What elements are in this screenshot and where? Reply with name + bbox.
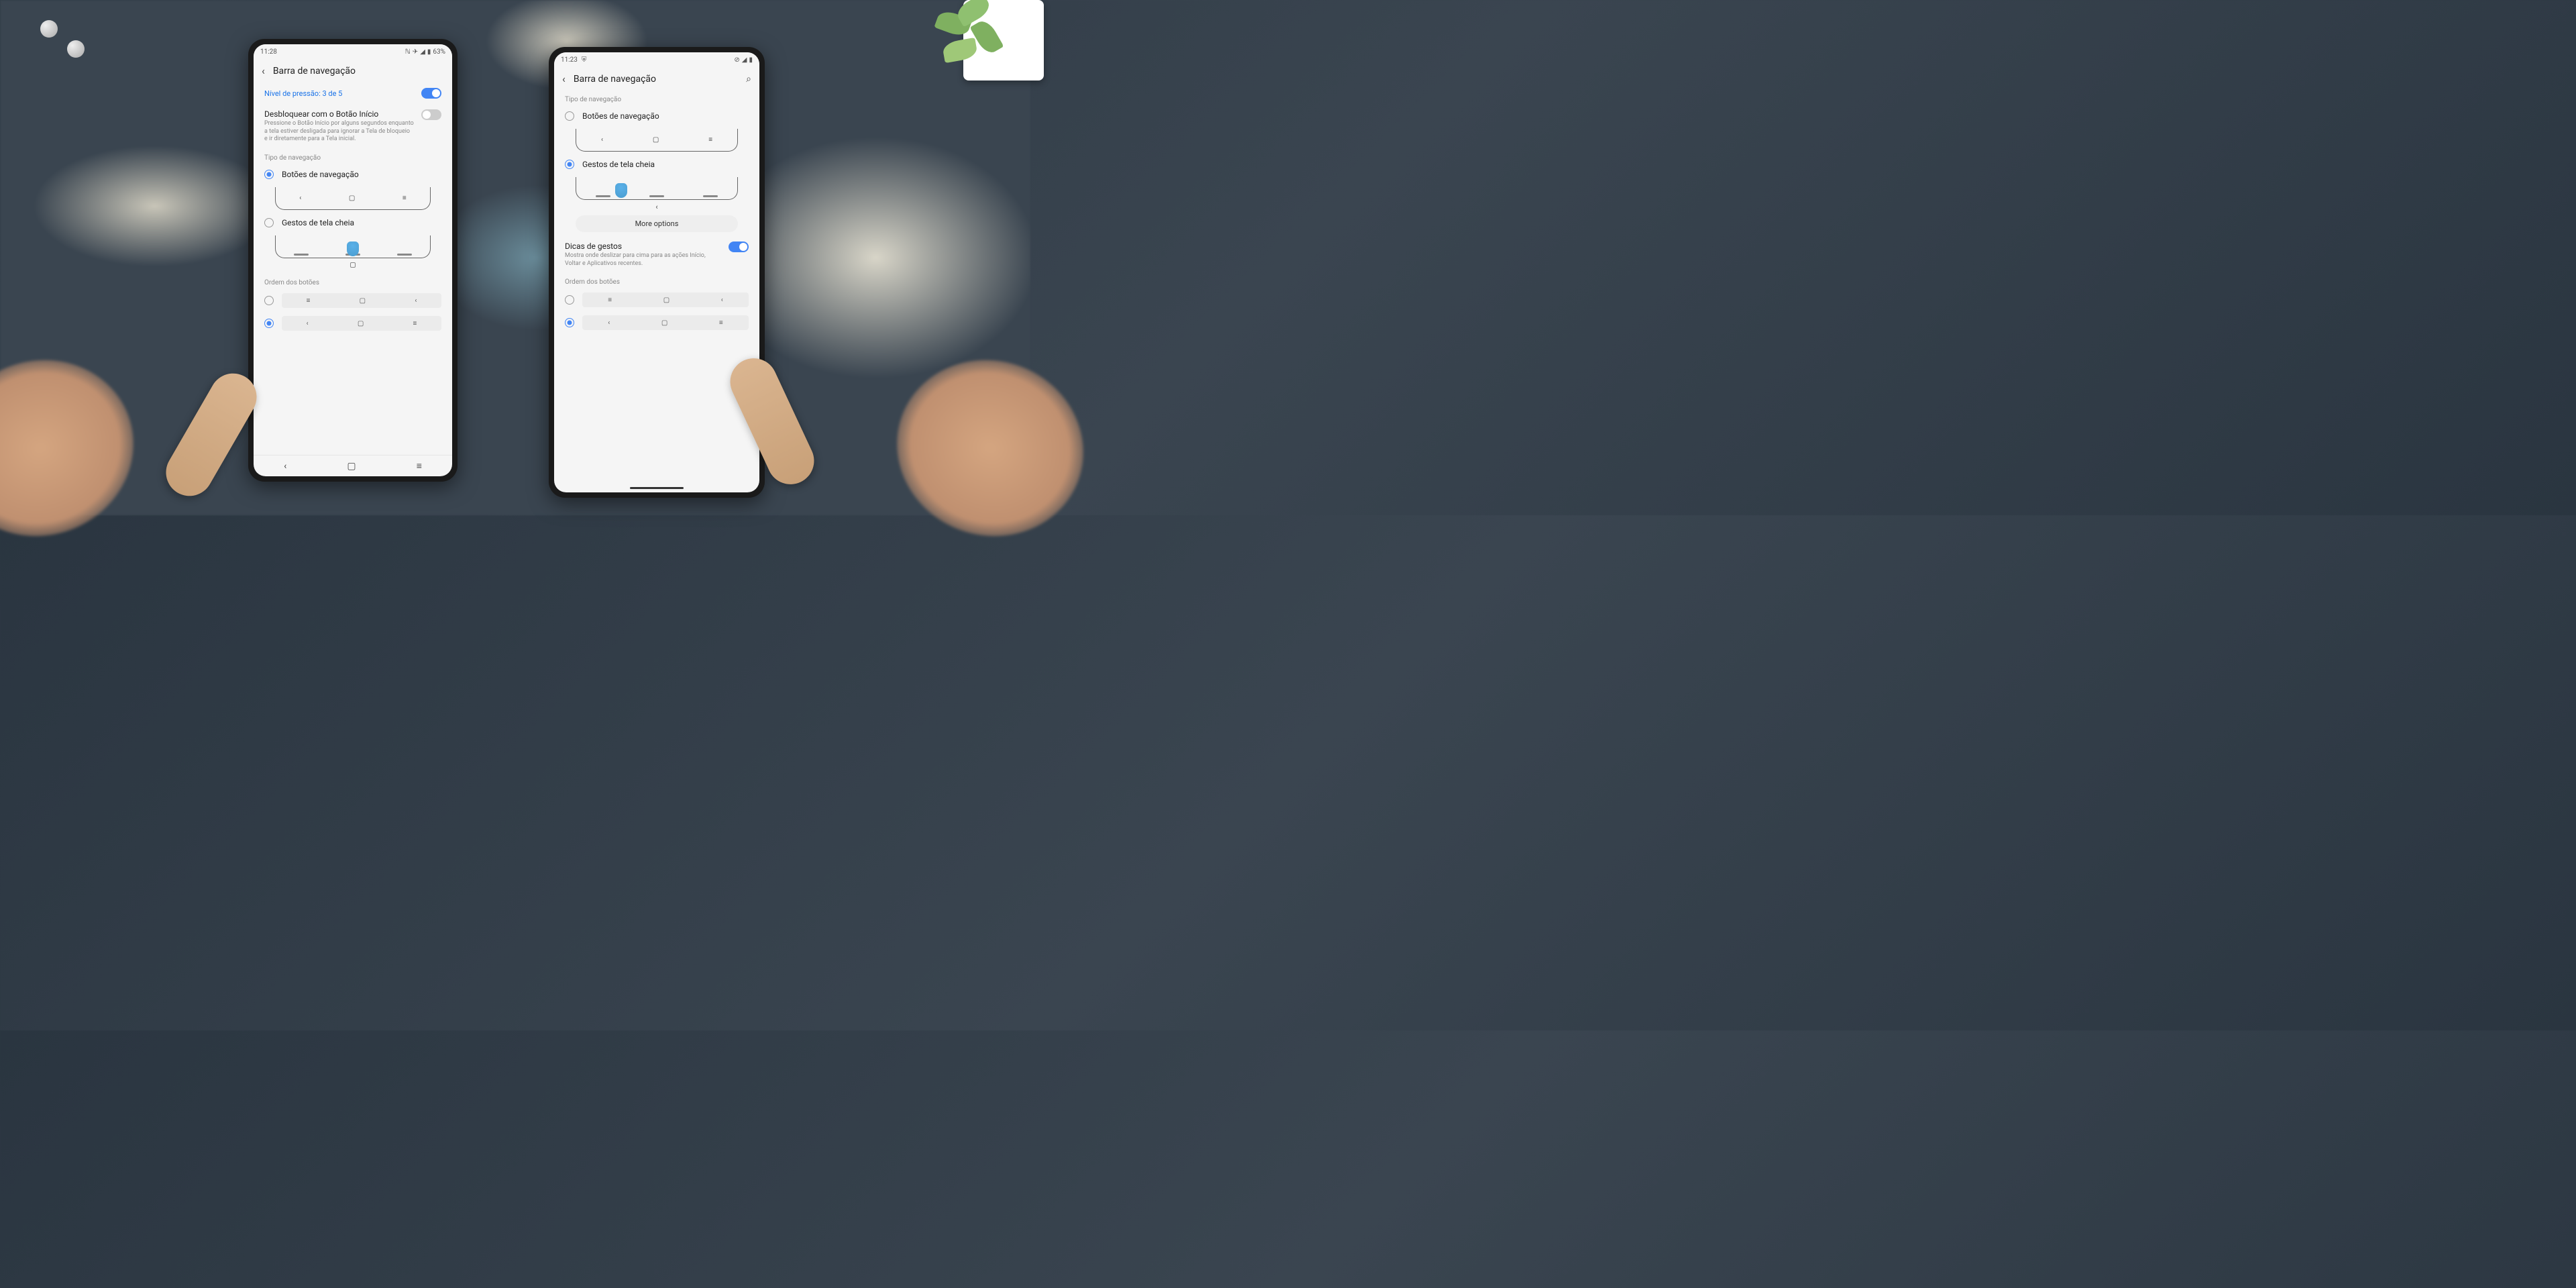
recents-glyph-icon: ≡ xyxy=(413,320,417,327)
nav-gestures-preview xyxy=(275,235,431,258)
recents-glyph-icon: ≡ xyxy=(608,297,612,304)
back-glyph-icon: ‹ xyxy=(299,195,301,202)
status-bar: 11:23 ⛨ ⊘ ◢ ▮ xyxy=(554,52,759,67)
airplane-icon: ✈ xyxy=(413,48,418,56)
desk-map-background xyxy=(0,0,1030,515)
page-title: Barra de navegação xyxy=(574,74,738,85)
nav-type-section: Tipo de navegação xyxy=(557,91,757,106)
pressure-toggle[interactable] xyxy=(421,88,441,99)
back-glyph-icon: ‹ xyxy=(721,297,723,304)
nav-gestures-option[interactable]: Gestos de tela cheia xyxy=(256,213,449,233)
back-glyph-icon: ‹ xyxy=(415,297,417,305)
pressure-level-label: Nível de pressão: 3 de 5 xyxy=(264,89,415,98)
recents-glyph-icon: ≡ xyxy=(307,297,311,305)
gesture-hints-title: Dicas de gestos xyxy=(565,241,722,251)
nav-gestures-label: Gestos de tela cheia xyxy=(282,218,354,227)
nav-buttons-option[interactable]: Botões de navegação xyxy=(557,106,757,126)
radio-icon[interactable] xyxy=(264,218,274,227)
nfc-icon: ℕ xyxy=(405,48,411,56)
earbuds-prop xyxy=(27,13,107,67)
page-title: Barra de navegação xyxy=(273,66,444,76)
nav-gestures-preview xyxy=(576,177,738,200)
page-header: ‹ Barra de navegação ⌕ xyxy=(554,67,759,91)
radio-icon[interactable] xyxy=(565,295,574,305)
order-option-2[interactable]: ‹ ▢ ≡ xyxy=(256,312,449,335)
signal-icon: ◢ xyxy=(420,48,425,56)
unlock-home-row[interactable]: Desbloquear com o Botão Início Pressione… xyxy=(256,104,449,149)
nav-gestures-label: Gestos de tela cheia xyxy=(582,160,655,169)
home-glyph-icon: ▢ xyxy=(653,136,659,144)
system-navbar: ‹ ▢ ≡ xyxy=(254,455,452,476)
pressure-level-row[interactable]: Nível de pressão: 3 de 5 xyxy=(256,83,449,104)
order-option-1[interactable]: ≡ ▢ ‹ xyxy=(557,288,757,311)
screen-left: 11:28 ℕ ✈ ◢ ▮ 63% ‹ Barra de navegação N… xyxy=(254,44,452,476)
recents-glyph-icon: ≡ xyxy=(708,136,712,144)
nav-buttons-preview: ‹ ▢ ≡ xyxy=(576,129,738,152)
battery-pct: 63% xyxy=(433,48,445,56)
status-time: 11:28 xyxy=(260,48,277,56)
home-glyph-icon: ▢ xyxy=(349,195,355,202)
search-icon[interactable]: ⌕ xyxy=(746,74,751,85)
phone-left: 11:28 ℕ ✈ ◢ ▮ 63% ‹ Barra de navegação N… xyxy=(248,39,458,482)
gesture-hints-toggle[interactable] xyxy=(729,241,749,252)
radio-icon[interactable] xyxy=(565,318,574,327)
screen-right: 11:23 ⛨ ⊘ ◢ ▮ ‹ Barra de navegação ⌕ Tip… xyxy=(554,52,759,492)
phone-right: 11:23 ⛨ ⊘ ◢ ▮ ‹ Barra de navegação ⌕ Tip… xyxy=(549,47,765,498)
battery-icon: ▮ xyxy=(427,48,431,56)
nav-buttons-label: Botões de navegação xyxy=(582,111,659,121)
radio-icon[interactable] xyxy=(264,296,274,305)
dnd-icon: ⊘ xyxy=(734,56,739,64)
gesture-finger-icon xyxy=(615,183,627,198)
settings-content[interactable]: Nível de pressão: 3 de 5 Desbloquear com… xyxy=(254,83,452,455)
back-hint-label: ‹ xyxy=(557,203,757,211)
order-option-1[interactable]: ≡ ▢ ‹ xyxy=(256,289,449,312)
back-icon[interactable]: ‹ xyxy=(562,72,566,85)
page-header: ‹ Barra de navegação xyxy=(254,59,452,83)
nav-home-icon[interactable]: ▢ xyxy=(347,461,356,472)
radio-icon[interactable] xyxy=(565,160,574,169)
recents-glyph-icon: ≡ xyxy=(402,195,407,202)
order-option-2[interactable]: ‹ ▢ ≡ xyxy=(557,311,757,334)
radio-icon[interactable] xyxy=(565,111,574,121)
radio-icon[interactable] xyxy=(264,170,274,179)
unlock-home-toggle[interactable] xyxy=(421,109,441,120)
home-glyph-icon: ▢ xyxy=(661,319,667,327)
nav-buttons-label: Botões de navegação xyxy=(282,170,359,179)
status-right-icons: ℕ ✈ ◢ ▮ 63% xyxy=(405,48,445,56)
home-glyph-icon: ▢ xyxy=(358,320,364,327)
gesture-hints-desc: Mostra onde deslizar para cima para as a… xyxy=(565,252,722,268)
home-glyph-icon: ▢ xyxy=(360,297,366,305)
back-glyph-icon: ‹ xyxy=(601,136,603,144)
gesture-finger-icon xyxy=(347,241,359,256)
back-glyph-icon: ‹ xyxy=(608,319,610,327)
shield-icon: ⛨ xyxy=(582,56,587,64)
nav-type-section: Tipo de navegação xyxy=(256,149,449,164)
radio-icon[interactable] xyxy=(264,319,274,328)
succulent-plant-prop xyxy=(923,0,1044,107)
button-order-section: Ordem dos botões xyxy=(557,273,757,288)
status-bar: 11:28 ℕ ✈ ◢ ▮ 63% xyxy=(254,44,452,59)
unlock-home-desc: Pressione o Botão Início por alguns segu… xyxy=(264,120,415,144)
unlock-home-title: Desbloquear com o Botão Início xyxy=(264,109,415,119)
settings-content[interactable]: Tipo de navegação Botões de navegação ‹ … xyxy=(554,91,759,483)
status-time: 11:23 xyxy=(561,56,578,64)
more-options-button[interactable]: More options xyxy=(576,215,738,232)
status-right-icons: ⊘ ◢ ▮ xyxy=(734,56,753,64)
back-icon[interactable]: ‹ xyxy=(262,64,265,77)
back-glyph-icon: ‹ xyxy=(307,320,309,327)
signal-icon: ◢ xyxy=(742,56,747,64)
nav-gestures-option[interactable]: Gestos de tela cheia xyxy=(557,154,757,174)
battery-icon: ▮ xyxy=(749,56,753,64)
nav-buttons-preview: ‹ ▢ ≡ xyxy=(275,187,431,210)
nav-recents-icon[interactable]: ≡ xyxy=(417,460,422,472)
home-indicator-preview xyxy=(256,261,449,270)
nav-buttons-option[interactable]: Botões de navegação xyxy=(256,164,449,184)
button-order-section: Ordem dos botões xyxy=(256,274,449,289)
system-gesture-bar[interactable] xyxy=(554,483,759,492)
nav-back-icon[interactable]: ‹ xyxy=(284,461,286,472)
gesture-hints-row[interactable]: Dicas de gestos Mostra onde deslizar par… xyxy=(557,236,757,273)
recents-glyph-icon: ≡ xyxy=(719,319,723,327)
home-glyph-icon: ▢ xyxy=(663,297,669,304)
